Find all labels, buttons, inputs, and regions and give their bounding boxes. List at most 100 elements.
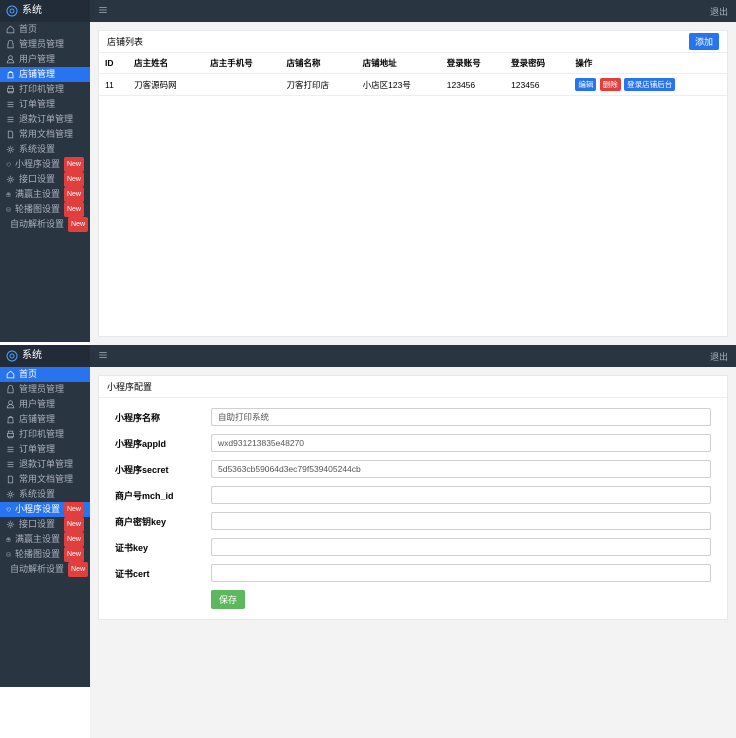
shop-table: ID店主姓名店主手机号店铺名称店铺地址登录账号登录密码操作 11 刀客源码网 刀…: [99, 53, 727, 96]
img-icon: [6, 550, 11, 559]
证书key-input[interactable]: [211, 538, 711, 556]
list-icon: [6, 115, 15, 124]
sidebar-item-label: 接口设置: [19, 517, 55, 532]
商户号mch_id-input[interactable]: [211, 486, 711, 504]
sidebar-item-小程序设置[interactable]: 小程序设置 New: [0, 157, 90, 172]
sidebar-item-首页[interactable]: 首页: [0, 367, 90, 382]
sidebar-item-系统设置[interactable]: 系统设置: [0, 142, 90, 157]
sidebar-item-自动解析设置[interactable]: 自动解析设置New: [0, 217, 90, 232]
sidebar-item-接口设置[interactable]: 接口设置New: [0, 172, 90, 187]
form-label: 商户号mch_id: [115, 489, 211, 502]
sidebar-item-订单管理[interactable]: 订单管理: [0, 442, 90, 457]
sidebar: 系统 首页管理员管理用户管理店铺管理打印机管理订单管理退款订单管理常用文档管理系…: [0, 345, 90, 687]
cell-shop: 刀客打印店: [280, 74, 356, 96]
sidebar-item-接口设置[interactable]: 接口设置 New: [0, 517, 90, 532]
panel-header: 小程序配置: [99, 376, 727, 398]
table-header-row: ID店主姓名店主手机号店铺名称店铺地址登录账号登录密码操作: [99, 53, 727, 74]
form-label: 小程序secret: [115, 463, 211, 476]
sidebar-item-label: 轮播图设置: [15, 202, 60, 217]
logo-icon: [6, 350, 18, 362]
panel-title: 小程序配置: [107, 376, 152, 398]
sidebar-item-系统设置[interactable]: 系统设置: [0, 487, 90, 502]
gear-icon: [6, 520, 15, 529]
doc-icon: [6, 475, 15, 484]
col-header: 店主姓名: [128, 53, 204, 74]
sidebar-item-自动解析设置[interactable]: 自动解析设置New: [0, 562, 90, 577]
小程序secret-input[interactable]: [211, 460, 711, 478]
sidebar-item-label: 用户管理: [19, 397, 55, 412]
content-padding: [98, 620, 728, 730]
logout-link[interactable]: 退出: [710, 350, 728, 363]
new-badge: New: [64, 202, 84, 217]
sidebar-item-轮播图设置[interactable]: 轮播图设置 New: [0, 202, 90, 217]
sidebar-item-满赢主设置[interactable]: 满赢主设置New: [0, 532, 90, 547]
logout-link[interactable]: 退出: [710, 5, 728, 18]
sidebar-item-label: 退款订单管理: [19, 112, 73, 127]
new-badge: New: [64, 157, 84, 172]
col-header: 店主手机号: [204, 53, 280, 74]
col-header: ID: [99, 53, 128, 74]
sidebar-item-label: 系统设置: [19, 487, 55, 502]
save-button[interactable]: 保存: [211, 590, 245, 609]
content: 店铺列表 添加 ID店主姓名店主手机号店铺名称店铺地址登录账号登录密码操作 11…: [90, 22, 736, 345]
小程序名称-input[interactable]: [211, 408, 711, 426]
panel-shoplist: 店铺列表 添加 ID店主姓名店主手机号店铺名称店铺地址登录账号登录密码操作 11…: [98, 30, 728, 337]
sidebar-item-label: 自动解析设置: [10, 562, 64, 577]
证书cert-input[interactable]: [211, 564, 711, 582]
gift-icon: [6, 190, 11, 199]
sidebar-item-用户管理[interactable]: 用户管理: [0, 52, 90, 67]
sidebar-item-轮播图设置[interactable]: 轮播图设置 New: [0, 547, 90, 562]
list-icon: [6, 100, 15, 109]
sidebar-item-label: 首页: [19, 22, 37, 37]
cell-pwd: 123456: [505, 74, 569, 96]
sidebar-item-退款订单管理[interactable]: 退款订单管理: [0, 112, 90, 127]
sidebar-item-label: 打印机管理: [19, 82, 64, 97]
sidebar-item-label: 小程序设置: [15, 502, 60, 517]
sidebar-item-管理员管理[interactable]: 管理员管理: [0, 37, 90, 52]
panel-mp-config: 小程序配置 小程序名称小程序appId小程序secret商户号mch_id商户密…: [98, 375, 728, 620]
sidebar-item-店铺管理[interactable]: 店铺管理: [0, 412, 90, 427]
sidebar-item-label: 满赢主设置: [15, 532, 60, 547]
col-header: 登录账号: [441, 53, 505, 74]
sidebar-item-退款订单管理[interactable]: 退款订单管理: [0, 457, 90, 472]
商户密钥key-input[interactable]: [211, 512, 711, 530]
sidebar-item-店铺管理[interactable]: 店铺管理: [0, 67, 90, 82]
sidebar-item-label: 小程序设置: [15, 157, 60, 172]
hamburger-icon[interactable]: [98, 350, 108, 363]
sidebar-item-打印机管理[interactable]: 打印机管理: [0, 82, 90, 97]
sidebar-item-管理员管理[interactable]: 管理员管理: [0, 382, 90, 397]
main-area: 退出 店铺列表 添加 ID店主姓名店主手机号店铺名称店铺地址登录账号登录密码操作…: [90, 0, 736, 345]
sidebar-item-label: 轮播图设置: [15, 547, 60, 562]
new-badge: New: [64, 547, 84, 562]
小程序appId-input[interactable]: [211, 434, 711, 452]
sidebar-item-常用文档管理[interactable]: 常用文档管理: [0, 472, 90, 487]
print-icon: [6, 85, 15, 94]
sidebar-menu: 首页管理员管理用户管理店铺管理打印机管理订单管理退款订单管理常用文档管理系统设置…: [0, 367, 90, 577]
sidebar-item-用户管理[interactable]: 用户管理: [0, 397, 90, 412]
sidebar-item-订单管理[interactable]: 订单管理: [0, 97, 90, 112]
sidebar-item-首页[interactable]: 首页: [0, 22, 90, 37]
table-row: 11 刀客源码网 刀客打印店 小店区123号 123456 123456 编辑 …: [99, 74, 727, 96]
delete-button[interactable]: 删除: [600, 78, 621, 91]
brand-text: 系统: [22, 0, 42, 22]
login-shop-button[interactable]: 登录店铺后台: [624, 78, 675, 91]
logo-icon: [6, 5, 18, 17]
sidebar-item-label: 订单管理: [19, 97, 55, 112]
form-row: 小程序名称: [115, 408, 711, 426]
sidebar-item-小程序设置[interactable]: 小程序设置New: [0, 502, 90, 517]
user-icon: [6, 400, 15, 409]
form-label: 小程序appId: [115, 437, 211, 450]
app-top: 系统 首页管理员管理用户管理店铺管理打印机管理订单管理退款订单管理常用文档管理系…: [0, 0, 736, 345]
sidebar-item-label: 接口设置: [19, 172, 55, 187]
sidebar-item-常用文档管理[interactable]: 常用文档管理: [0, 127, 90, 142]
sidebar-item-打印机管理[interactable]: 打印机管理: [0, 427, 90, 442]
topbar: 退出: [90, 0, 736, 22]
hamburger-icon[interactable]: [98, 5, 108, 18]
add-button[interactable]: 添加: [689, 33, 719, 50]
edit-button[interactable]: 编辑: [575, 78, 596, 91]
config-form: 小程序名称小程序appId小程序secret商户号mch_id商户密钥key证书…: [99, 398, 727, 619]
print-icon: [6, 430, 15, 439]
sidebar-item-满赢主设置[interactable]: 满赢主设置New: [0, 187, 90, 202]
content: 小程序配置 小程序名称小程序appId小程序secret商户号mch_id商户密…: [90, 367, 736, 738]
new-badge: New: [64, 517, 84, 532]
